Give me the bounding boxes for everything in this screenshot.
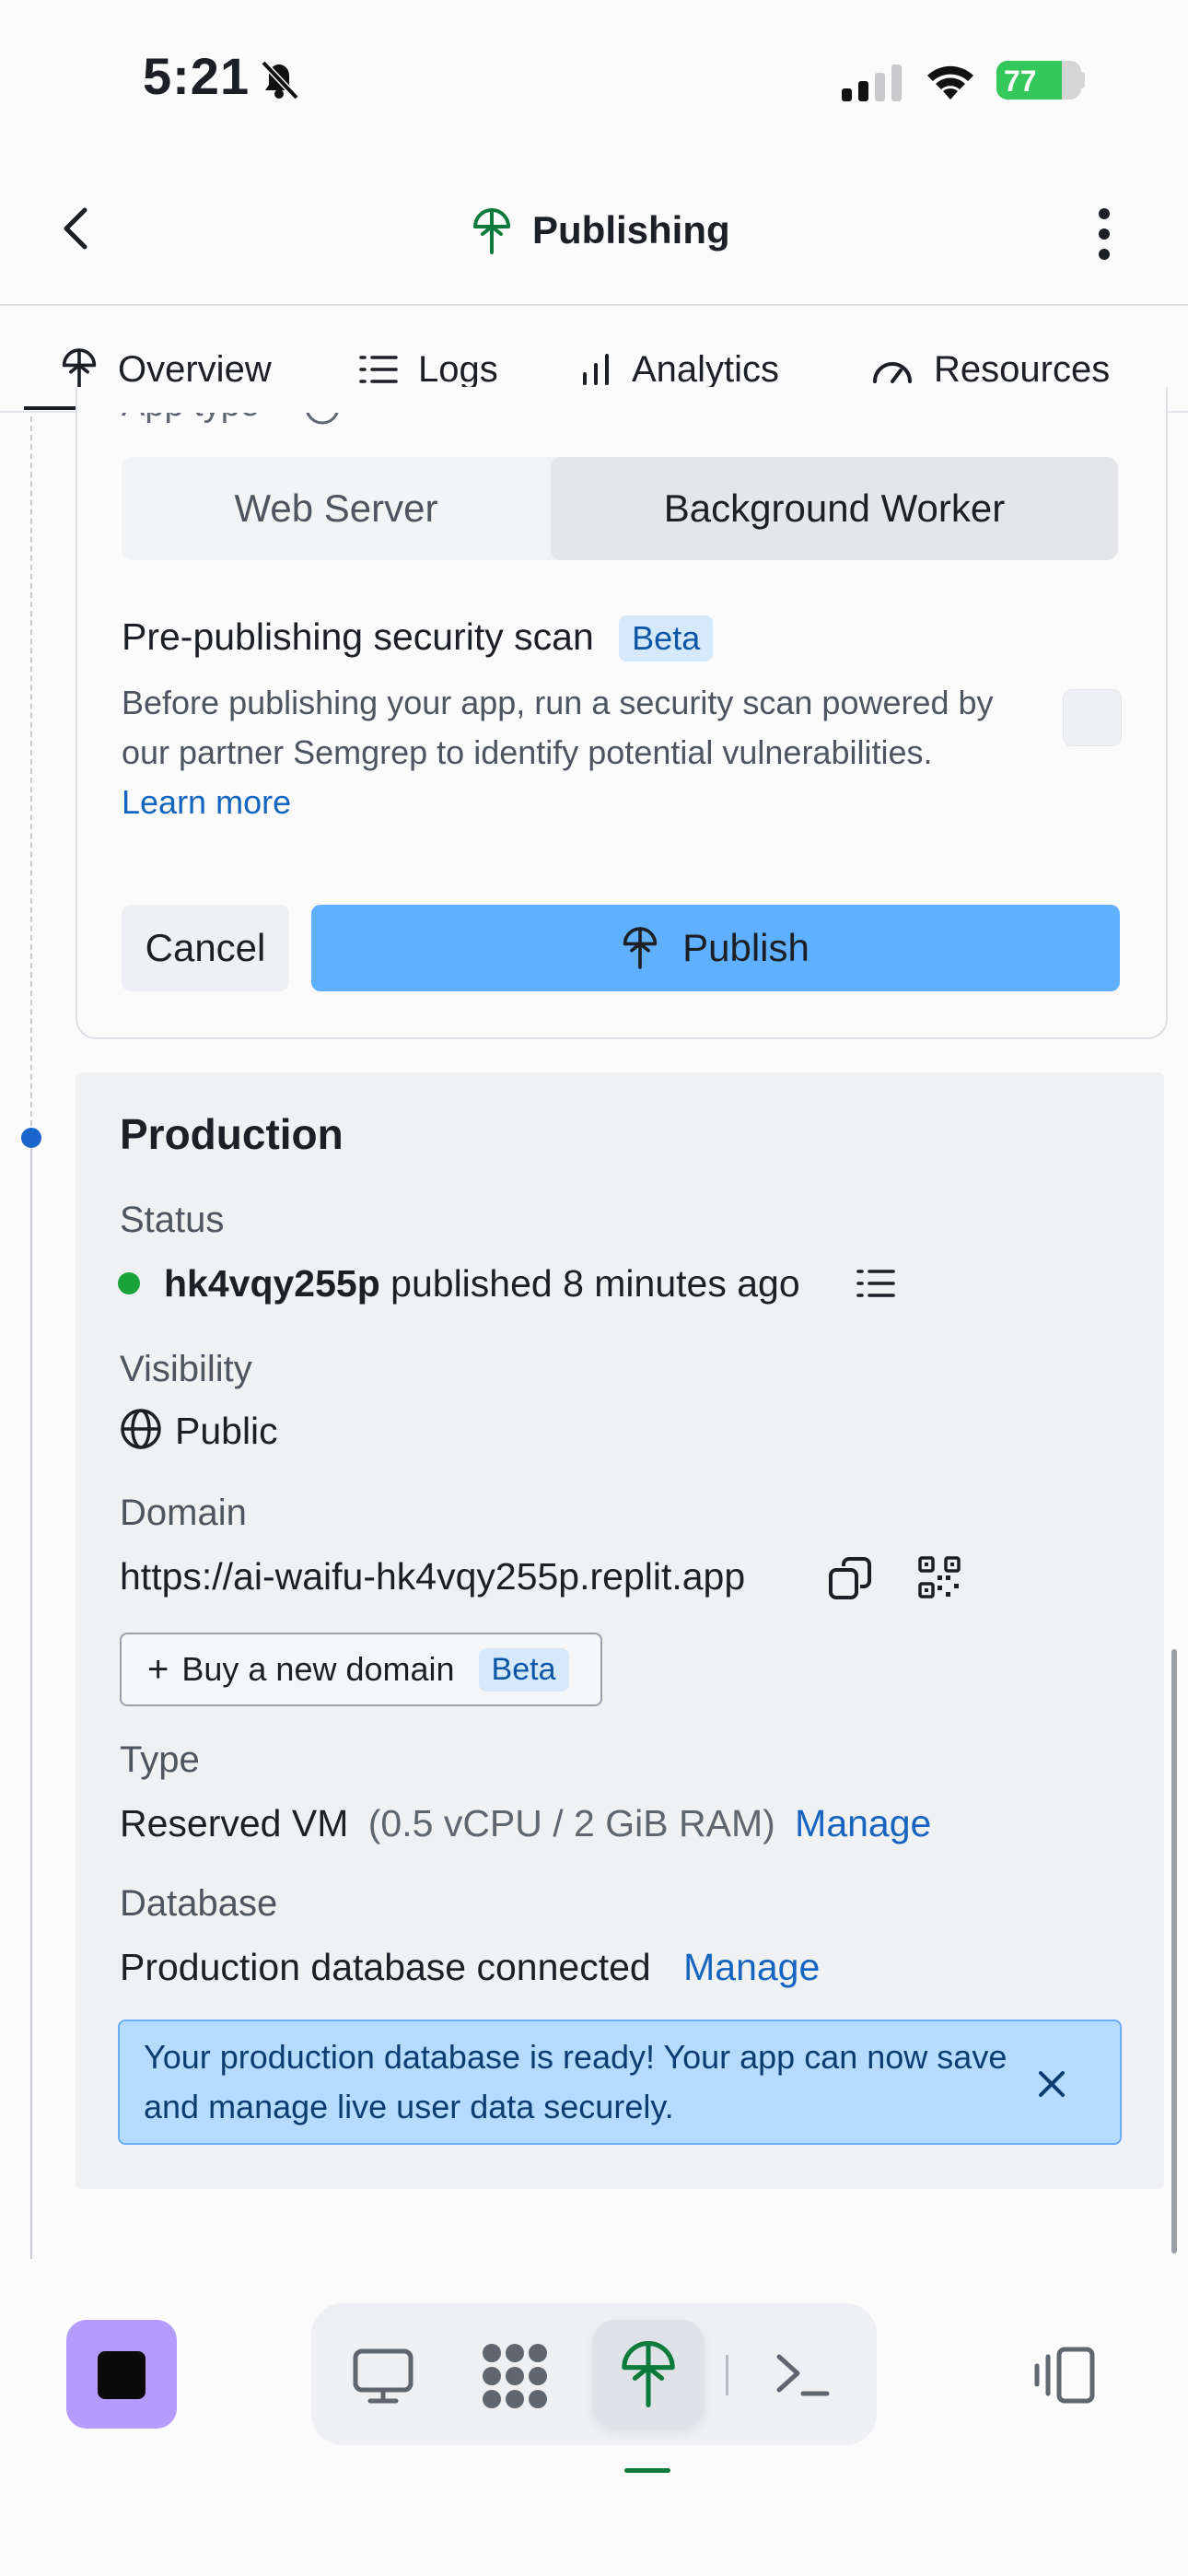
type-label: Type xyxy=(120,1739,200,1780)
security-scan-title: Pre-publishing security scan Beta xyxy=(122,615,714,662)
clipped-row: App type xyxy=(0,413,1188,451)
status-text: published 8 minutes ago xyxy=(390,1262,800,1305)
chevron-left-icon xyxy=(64,207,87,250)
description-line: Before publishing your app, run a securi… xyxy=(122,684,994,721)
timeline-line xyxy=(30,1135,32,2259)
publish-button[interactable]: Publish xyxy=(311,905,1120,991)
domain-link[interactable]: https://ai-waifu-hk4vqy255p.replit.app xyxy=(120,1555,745,1598)
publishing-tree-icon xyxy=(472,208,512,254)
scrollbar[interactable] xyxy=(1171,1649,1177,2254)
security-scan-description: Before publishing your app, run a securi… xyxy=(122,678,1033,827)
type-value-row: Reserved VM (0.5 vCPU / 2 GiB RAM) Manag… xyxy=(120,1802,931,1845)
type-specs: (0.5 vCPU / 2 GiB RAM) xyxy=(367,1802,775,1844)
silent-mode-icon xyxy=(256,57,302,101)
beta-badge: Beta xyxy=(478,1647,569,1692)
preview-button[interactable] xyxy=(352,2348,414,2405)
list-icon xyxy=(856,1270,895,1297)
publishing-tree-icon xyxy=(62,348,97,391)
visibility-label: Visibility xyxy=(120,1349,252,1389)
type-manage-link[interactable]: Manage xyxy=(795,1802,931,1844)
app-type-label: App type xyxy=(122,413,260,425)
shell-button[interactable] xyxy=(774,2349,831,2401)
page-title: Publishing xyxy=(532,208,730,252)
battery-percent: 77 xyxy=(1004,64,1037,98)
security-scan-title-text: Pre-publishing security scan xyxy=(122,615,594,658)
active-tool-indicator xyxy=(624,2468,670,2473)
web-server-option[interactable]: Web Server xyxy=(122,457,551,560)
banner-line: Your production database is ready! Your … xyxy=(144,2038,1007,2076)
publish-button-label: Publish xyxy=(682,926,809,969)
banner-line: and manage live user data securely. xyxy=(144,2088,674,2125)
publishing-tree-icon xyxy=(623,927,658,969)
view-logs-button[interactable] xyxy=(856,1268,895,1299)
publishing-tree-icon xyxy=(619,2340,678,2408)
close-icon xyxy=(1039,2071,1065,2097)
gauge-icon xyxy=(873,362,912,383)
copy-icon xyxy=(829,1557,871,1599)
layout-switch-button[interactable] xyxy=(1031,2346,1098,2405)
list-icon xyxy=(359,356,398,383)
database-value-row: Production database connected Manage xyxy=(120,1946,820,1989)
dismiss-banner-button[interactable] xyxy=(1035,2067,1068,2101)
type-value: Reserved VM xyxy=(120,1802,349,1844)
battery-indicator: 77 xyxy=(996,61,1081,100)
tab-label: Overview xyxy=(118,348,272,390)
toolbar-separator xyxy=(726,2355,728,2395)
bar-chart-icon xyxy=(583,354,609,385)
database-value: Production database connected xyxy=(120,1946,651,1988)
domain-label: Domain xyxy=(120,1493,247,1533)
battery-tip xyxy=(1079,72,1085,88)
wifi-icon xyxy=(923,59,978,101)
banner-text: Your production database is ready! Your … xyxy=(144,2032,1028,2132)
grid-dots-icon xyxy=(483,2344,547,2408)
qr-code-icon xyxy=(918,1556,961,1598)
background-worker-option[interactable]: Background Worker xyxy=(551,457,1118,560)
plus-icon: + xyxy=(147,1649,169,1690)
back-button[interactable] xyxy=(55,205,99,252)
status-label: Status xyxy=(120,1200,225,1240)
timeline-dot xyxy=(21,1128,41,1148)
tab-label: Logs xyxy=(418,348,498,390)
terminal-icon xyxy=(776,2354,830,2396)
tab-label: Analytics xyxy=(632,348,780,390)
learn-more-link[interactable]: Learn more xyxy=(122,778,1033,827)
database-manage-link[interactable]: Manage xyxy=(683,1946,820,1988)
visibility-value: Public xyxy=(175,1410,278,1452)
description-line: our partner Semgrep to identify potentia… xyxy=(122,733,933,771)
status-time: 5:21 xyxy=(143,47,250,105)
copy-domain-button[interactable] xyxy=(827,1555,875,1603)
globe-icon xyxy=(120,1408,162,1450)
qr-code-button[interactable] xyxy=(917,1555,961,1599)
more-options-button[interactable] xyxy=(1090,206,1118,262)
monitor-icon xyxy=(353,2348,413,2404)
deployment-id[interactable]: hk4vqy255p xyxy=(164,1262,380,1305)
cellular-signal-icon xyxy=(842,64,906,101)
info-icon xyxy=(304,413,341,426)
buy-domain-label: Buy a new domain xyxy=(181,1650,455,1688)
status-dot xyxy=(118,1272,140,1294)
beta-badge: Beta xyxy=(619,615,714,662)
production-title: Production xyxy=(120,1110,344,1158)
timeline-dashed-line xyxy=(30,416,32,1135)
database-label: Database xyxy=(120,1883,278,1924)
workspace-button[interactable] xyxy=(479,2342,551,2410)
tab-label: Resources xyxy=(934,348,1111,390)
more-vertical-icon xyxy=(1099,208,1110,260)
panel-switch-icon xyxy=(1034,2347,1095,2404)
cancel-button[interactable]: Cancel xyxy=(122,905,289,991)
header-divider xyxy=(0,304,1188,306)
status-value: hk4vqy255p published 8 minutes ago xyxy=(164,1262,800,1306)
stop-icon xyxy=(98,2351,146,2399)
buy-domain-button[interactable]: + Buy a new domain Beta xyxy=(120,1633,602,1706)
security-scan-checkbox[interactable] xyxy=(1063,689,1122,746)
